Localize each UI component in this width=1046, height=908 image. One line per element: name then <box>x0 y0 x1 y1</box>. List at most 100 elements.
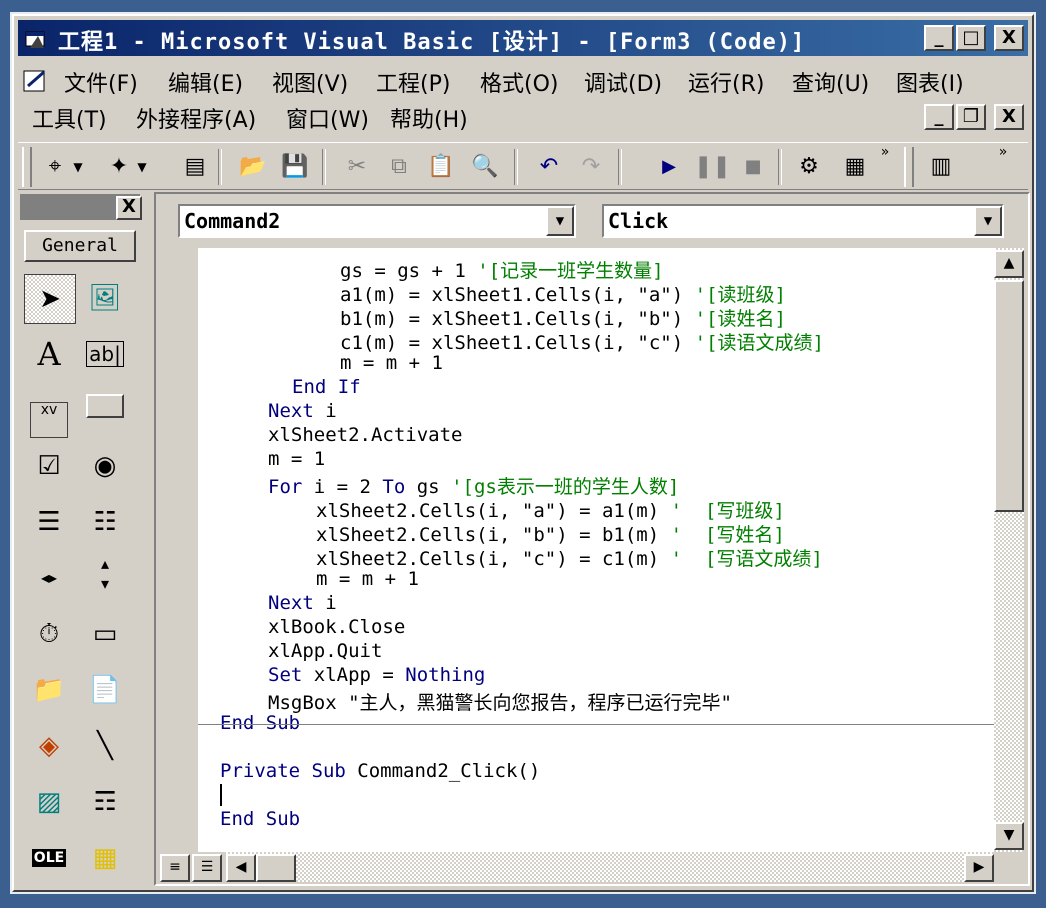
child-minimize-button[interactable]: _ <box>924 104 954 130</box>
code-line: Next i <box>268 400 337 422</box>
toolbar-separator <box>618 149 622 185</box>
textbox-tool-icon[interactable]: ab| <box>80 330 130 378</box>
toolbar-overflow-icon[interactable]: » <box>876 145 894 177</box>
code-line: b1(m) = xlSheet1.Cells(i, "b") '[读姓名] <box>340 308 786 330</box>
project-explorer-icon[interactable]: ⚙ <box>792 151 826 183</box>
procedure-view-icon[interactable]: ≡ <box>160 854 190 882</box>
shape-tool-icon[interactable]: ◈ <box>24 722 74 770</box>
scroll-down-icon[interactable]: ▼ <box>994 822 1024 850</box>
image-tool-icon[interactable]: ▨ <box>24 778 74 826</box>
horizontal-scroll-thumb[interactable] <box>256 854 296 882</box>
code-window: Command2 ▼ Click ▼ gs = gs + 1 '[记录一班学生数… <box>154 192 1030 886</box>
pause-icon[interactable]: ❚❚ <box>694 151 731 183</box>
toolbox-tab-general[interactable]: General <box>24 230 136 262</box>
label-tool-icon[interactable]: A <box>24 330 74 378</box>
menu-debug[interactable]: 调试(D) <box>584 66 662 98</box>
menu-editor-icon[interactable]: ▤ <box>178 151 212 183</box>
stop-icon[interactable]: ■ <box>736 151 770 183</box>
add-project-icon[interactable]: ⌖ <box>38 151 72 183</box>
code-line: xlApp.Quit <box>268 640 383 662</box>
pointer-tool-icon[interactable]: ➤ <box>24 274 76 324</box>
code-line: xlSheet2.Cells(i, "c") = c1(m) ' [写语文成绩] <box>316 548 823 570</box>
scroll-up-icon[interactable]: ▲ <box>994 250 1024 278</box>
commandbutton-tool-icon[interactable] <box>80 386 130 434</box>
code-line: xlBook.Close <box>268 616 406 638</box>
title-bar[interactable]: 工程1 - Microsoft Visual Basic [设计] - [For… <box>18 20 1028 56</box>
hscrollbar-tool-icon[interactable]: ◂▸ <box>24 554 74 602</box>
full-module-view-icon[interactable]: ☰ <box>192 854 222 882</box>
drivelistbox-tool-icon[interactable]: ▭ <box>80 610 130 658</box>
menu-addins[interactable]: 外接程序(A) <box>136 102 256 134</box>
child-restore-button[interactable]: ❐ <box>956 104 986 130</box>
menu-help[interactable]: 帮助(H) <box>390 102 468 134</box>
menu-bar: 文件(F) 编辑(E) 视图(V) 工程(P) 格式(O) 调试(D) 运行(R… <box>18 62 1028 138</box>
open-folder-icon[interactable]: 📂 <box>236 151 270 183</box>
menu-file[interactable]: 文件(F) <box>64 66 138 98</box>
toolbar-grip[interactable] <box>22 147 32 187</box>
code-editor[interactable]: gs = gs + 1 '[记录一班学生数量] a1(m) = xlSheet1… <box>198 248 994 852</box>
cut-icon[interactable]: ✂ <box>340 151 374 183</box>
paste-icon[interactable]: 📋 <box>424 151 458 183</box>
properties-window-icon[interactable]: ▦ <box>838 151 872 183</box>
menu-edit[interactable]: 编辑(E) <box>168 66 243 98</box>
vertical-scrollbar[interactable]: ▲ ▼ <box>994 248 1024 852</box>
toolbox-close-button[interactable]: X <box>116 196 142 220</box>
find-icon[interactable]: 🔍 <box>468 151 502 183</box>
dirlistbox-tool-icon[interactable]: 📁 <box>24 666 74 714</box>
redo-icon[interactable]: ↷ <box>574 151 608 183</box>
toolbar-grip[interactable] <box>904 147 914 187</box>
code-line: MsgBox "主人，黑猫警长向您报告，程序已运行完毕" <box>268 692 732 714</box>
maximize-button[interactable]: □ <box>956 25 986 51</box>
menu-format[interactable]: 格式(O) <box>480 66 558 98</box>
line-tool-icon[interactable]: ╲ <box>80 722 130 770</box>
child-close-button[interactable]: X <box>994 104 1024 130</box>
timer-tool-icon[interactable]: ⏱ <box>24 610 74 658</box>
checkbox-tool-icon[interactable]: ☑ <box>24 442 74 490</box>
horizontal-scrollbar[interactable]: ◀ ▶ <box>226 852 994 882</box>
data-tool-icon[interactable]: ☶ <box>80 778 130 826</box>
copy-icon[interactable]: ⧉ <box>382 151 416 183</box>
procedure-combobox-value: Click <box>608 209 669 233</box>
chevron-down-icon[interactable]: ▼ <box>546 206 574 236</box>
frame-tool-icon[interactable]: xv <box>24 386 74 438</box>
minimize-button[interactable]: _ <box>924 25 954 51</box>
menu-query[interactable]: 查询(U) <box>792 66 869 98</box>
listbox-tool-icon[interactable]: ☷ <box>80 498 130 546</box>
save-icon[interactable]: 💾 <box>278 151 312 183</box>
combobox-tool-icon[interactable]: ☰ <box>24 498 74 546</box>
run-icon[interactable]: ▶ <box>652 151 686 183</box>
menu-tools[interactable]: 工具(T) <box>32 102 107 134</box>
grid-tool-icon[interactable]: ▦ <box>80 834 130 882</box>
code-line: End If <box>292 376 361 398</box>
form-icon[interactable] <box>22 68 50 94</box>
dropdown-arrow-icon[interactable]: ▼ <box>134 151 150 183</box>
menu-diagram[interactable]: 图表(I) <box>896 66 964 98</box>
menu-project[interactable]: 工程(P) <box>376 66 450 98</box>
menu-window[interactable]: 窗口(W) <box>286 102 369 134</box>
object-combobox[interactable]: Command2 ▼ <box>178 204 576 238</box>
scroll-right-icon[interactable]: ▶ <box>964 854 994 882</box>
vertical-scroll-thumb[interactable] <box>994 280 1024 512</box>
optionbutton-tool-icon[interactable]: ◉ <box>80 442 130 490</box>
add-form-icon[interactable]: ✦ <box>102 151 136 183</box>
vb-ide-window: 工程1 - Microsoft Visual Basic [设计] - [For… <box>12 14 1034 892</box>
code-line: xlSheet2.Cells(i, "b") = b1(m) ' [写姓名] <box>316 524 785 546</box>
code-line: Private Sub Command2_Click() <box>220 760 541 782</box>
toolbar-overflow-icon[interactable]: » <box>994 145 1012 177</box>
menu-view[interactable]: 视图(V) <box>272 66 348 98</box>
ole-tool-icon[interactable]: OLE <box>24 834 74 882</box>
code-line: xlSheet2.Activate <box>268 424 463 446</box>
undo-icon[interactable]: ↶ <box>532 151 566 183</box>
picturebox-tool-icon[interactable]: 🖼 <box>80 274 130 322</box>
scroll-left-icon[interactable]: ◀ <box>226 854 256 882</box>
menu-run[interactable]: 运行(R) <box>688 66 764 98</box>
filelistbox-tool-icon[interactable]: 📄 <box>80 666 130 714</box>
vscrollbar-tool-icon[interactable]: ▴ ▾ <box>80 554 130 602</box>
code-line: Next i <box>268 592 337 614</box>
dropdown-arrow-icon[interactable]: ▼ <box>70 151 86 183</box>
procedure-combobox[interactable]: Click ▼ <box>602 204 1004 238</box>
form-layout-icon[interactable]: ▥ <box>924 151 958 183</box>
toolbox-titlebar[interactable]: X <box>20 194 142 220</box>
close-button[interactable]: X <box>994 25 1024 51</box>
chevron-down-icon[interactable]: ▼ <box>974 206 1002 236</box>
